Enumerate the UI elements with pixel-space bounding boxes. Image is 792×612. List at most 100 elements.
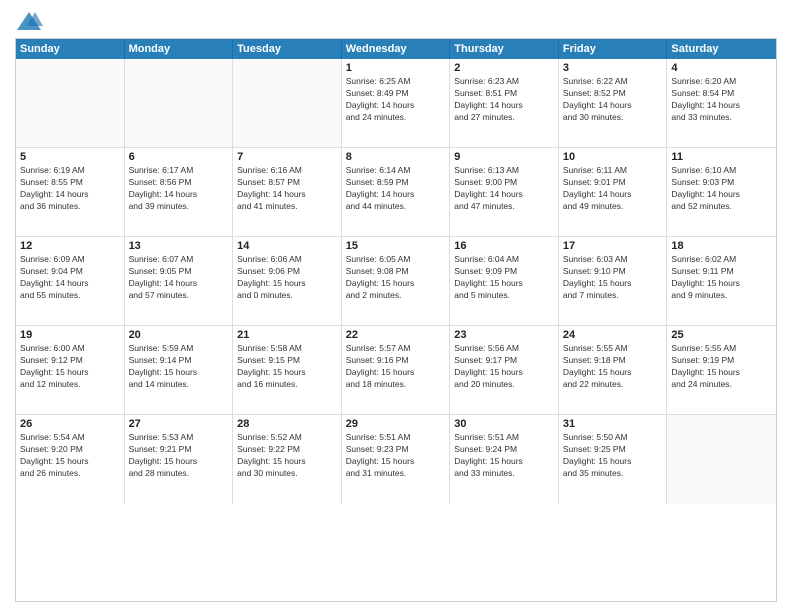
day-info: Sunrise: 5:57 AMSunset: 9:16 PMDaylight:… <box>346 343 446 391</box>
day-cell-10: 10 Sunrise: 6:11 AMSunset: 9:01 PMDayligh… <box>559 148 668 236</box>
day-info: Sunrise: 6:25 AMSunset: 8:49 PMDaylight:… <box>346 76 446 124</box>
day-info: Sunrise: 6:10 AMSunset: 9:03 PMDaylight:… <box>671 165 772 213</box>
day-number: 5 <box>20 151 120 163</box>
day-info: Sunrise: 6:17 AMSunset: 8:56 PMDaylight:… <box>129 165 229 213</box>
day-cell-2: 2Sunrise: 6:23 AMSunset: 8:51 PMDaylight… <box>450 59 559 147</box>
empty-cell <box>125 59 234 147</box>
day-cell-1: 1 Sunrise: 6:25 AMSunset: 8:49 PMDaylight… <box>342 59 451 147</box>
day-number: 29 <box>346 418 446 430</box>
day-number: 3 <box>563 62 663 74</box>
calendar-body: 1 Sunrise: 6:25 AMSunset: 8:49 PMDaylight… <box>16 59 776 504</box>
day-info: Sunrise: 6:20 AMSunset: 8:54 PMDaylight:… <box>671 76 772 124</box>
day-info: Sunrise: 6:05 AMSunset: 9:08 PMDaylight:… <box>346 254 446 302</box>
day-number: 17 <box>563 240 663 252</box>
day-cell-7: 7Sunrise: 6:16 AMSunset: 8:57 PMDaylight… <box>233 148 342 236</box>
day-info: Sunrise: 6:03 AMSunset: 9:10 PMDaylight:… <box>563 254 663 302</box>
day-info: Sunrise: 5:50 AMSunset: 9:25 PMDaylight:… <box>563 432 663 480</box>
day-cell-28: 28 Sunrise: 5:52 AMSunset: 9:22 PMDayligh… <box>233 415 342 504</box>
day-number: 30 <box>454 418 554 430</box>
week-row-2: 5 Sunrise: 6:19 AMSunset: 8:55 PMDaylight… <box>16 148 776 237</box>
day-cell-23: 23Sunrise: 5:56 AMSunset: 9:17 PMDayligh… <box>450 326 559 414</box>
day-cell-31: 31 Sunrise: 5:50 AMSunset: 9:25 PMDayligh… <box>559 415 668 504</box>
header-day-thursday: Thursday <box>450 39 559 59</box>
day-info: Sunrise: 6:13 AMSunset: 9:00 PMDaylight:… <box>454 165 554 213</box>
header-day-friday: Friday <box>559 39 668 59</box>
day-info: Sunrise: 6:02 AMSunset: 9:11 PMDaylight:… <box>671 254 772 302</box>
week-row-1: 1 Sunrise: 6:25 AMSunset: 8:49 PMDaylight… <box>16 59 776 148</box>
day-cell-8: 8 Sunrise: 6:14 AMSunset: 8:59 PMDaylight… <box>342 148 451 236</box>
day-number: 20 <box>129 329 229 341</box>
header <box>15 10 777 32</box>
day-number: 24 <box>563 329 663 341</box>
day-number: 31 <box>563 418 663 430</box>
day-info: Sunrise: 6:11 AMSunset: 9:01 PMDaylight:… <box>563 165 663 213</box>
day-number: 26 <box>20 418 120 430</box>
empty-cell <box>16 59 125 147</box>
day-cell-13: 13 Sunrise: 6:07 AMSunset: 9:05 PMDayligh… <box>125 237 234 325</box>
day-cell-30: 30 Sunrise: 5:51 AMSunset: 9:24 PMDayligh… <box>450 415 559 504</box>
day-cell-22: 22Sunrise: 5:57 AMSunset: 9:16 PMDayligh… <box>342 326 451 414</box>
day-cell-16: 16Sunrise: 6:04 AMSunset: 9:09 PMDayligh… <box>450 237 559 325</box>
header-day-tuesday: Tuesday <box>233 39 342 59</box>
page: SundayMondayTuesdayWednesdayThursdayFrid… <box>0 0 792 612</box>
day-number: 4 <box>671 62 772 74</box>
day-info: Sunrise: 5:55 AMSunset: 9:19 PMDaylight:… <box>671 343 772 391</box>
day-info: Sunrise: 5:54 AMSunset: 9:20 PMDaylight:… <box>20 432 120 480</box>
week-row-4: 19 Sunrise: 6:00 AMSunset: 9:12 PMDayligh… <box>16 326 776 415</box>
empty-cell <box>667 415 776 504</box>
day-cell-19: 19 Sunrise: 6:00 AMSunset: 9:12 PMDayligh… <box>16 326 125 414</box>
day-cell-6: 6Sunrise: 6:17 AMSunset: 8:56 PMDaylight… <box>125 148 234 236</box>
day-cell-5: 5 Sunrise: 6:19 AMSunset: 8:55 PMDaylight… <box>16 148 125 236</box>
day-number: 28 <box>237 418 337 430</box>
day-info: Sunrise: 5:53 AMSunset: 9:21 PMDaylight:… <box>129 432 229 480</box>
day-number: 1 <box>346 62 446 74</box>
day-number: 19 <box>20 329 120 341</box>
day-info: Sunrise: 6:14 AMSunset: 8:59 PMDaylight:… <box>346 165 446 213</box>
day-number: 2 <box>454 62 554 74</box>
day-number: 18 <box>671 240 772 252</box>
header-day-monday: Monday <box>125 39 234 59</box>
day-number: 21 <box>237 329 337 341</box>
day-info: Sunrise: 6:19 AMSunset: 8:55 PMDaylight:… <box>20 165 120 213</box>
day-cell-3: 3Sunrise: 6:22 AMSunset: 8:52 PMDaylight… <box>559 59 668 147</box>
day-number: 14 <box>237 240 337 252</box>
day-cell-24: 24 Sunrise: 5:55 AMSunset: 9:18 PMDayligh… <box>559 326 668 414</box>
day-number: 15 <box>346 240 446 252</box>
day-cell-12: 12 Sunrise: 6:09 AMSunset: 9:04 PMDayligh… <box>16 237 125 325</box>
day-info: Sunrise: 6:09 AMSunset: 9:04 PMDaylight:… <box>20 254 120 302</box>
day-number: 8 <box>346 151 446 163</box>
day-info: Sunrise: 5:51 AMSunset: 9:24 PMDaylight:… <box>454 432 554 480</box>
day-info: Sunrise: 5:59 AMSunset: 9:14 PMDaylight:… <box>129 343 229 391</box>
day-number: 10 <box>563 151 663 163</box>
day-number: 11 <box>671 151 772 163</box>
day-cell-26: 26 Sunrise: 5:54 AMSunset: 9:20 PMDayligh… <box>16 415 125 504</box>
day-info: Sunrise: 5:58 AMSunset: 9:15 PMDaylight:… <box>237 343 337 391</box>
day-cell-25: 25 Sunrise: 5:55 AMSunset: 9:19 PMDayligh… <box>667 326 776 414</box>
day-cell-18: 18 Sunrise: 6:02 AMSunset: 9:11 PMDayligh… <box>667 237 776 325</box>
day-number: 9 <box>454 151 554 163</box>
day-info: Sunrise: 6:00 AMSunset: 9:12 PMDaylight:… <box>20 343 120 391</box>
day-cell-9: 9 Sunrise: 6:13 AMSunset: 9:00 PMDaylight… <box>450 148 559 236</box>
day-cell-21: 21 Sunrise: 5:58 AMSunset: 9:15 PMDayligh… <box>233 326 342 414</box>
day-info: Sunrise: 5:55 AMSunset: 9:18 PMDaylight:… <box>563 343 663 391</box>
day-cell-14: 14 Sunrise: 6:06 AMSunset: 9:06 PMDayligh… <box>233 237 342 325</box>
day-info: Sunrise: 5:52 AMSunset: 9:22 PMDaylight:… <box>237 432 337 480</box>
logo-icon <box>15 10 43 32</box>
day-info: Sunrise: 6:06 AMSunset: 9:06 PMDaylight:… <box>237 254 337 302</box>
header-day-sunday: Sunday <box>16 39 125 59</box>
day-cell-4: 4 Sunrise: 6:20 AMSunset: 8:54 PMDaylight… <box>667 59 776 147</box>
header-day-wednesday: Wednesday <box>342 39 451 59</box>
week-row-5: 26 Sunrise: 5:54 AMSunset: 9:20 PMDayligh… <box>16 415 776 504</box>
calendar: SundayMondayTuesdayWednesdayThursdayFrid… <box>15 38 777 602</box>
empty-cell <box>233 59 342 147</box>
day-number: 16 <box>454 240 554 252</box>
day-cell-27: 27Sunrise: 5:53 AMSunset: 9:21 PMDayligh… <box>125 415 234 504</box>
day-number: 25 <box>671 329 772 341</box>
day-info: Sunrise: 5:56 AMSunset: 9:17 PMDaylight:… <box>454 343 554 391</box>
day-number: 13 <box>129 240 229 252</box>
day-info: Sunrise: 6:07 AMSunset: 9:05 PMDaylight:… <box>129 254 229 302</box>
day-info: Sunrise: 6:16 AMSunset: 8:57 PMDaylight:… <box>237 165 337 213</box>
day-number: 12 <box>20 240 120 252</box>
header-day-saturday: Saturday <box>667 39 776 59</box>
calendar-header: SundayMondayTuesdayWednesdayThursdayFrid… <box>16 39 776 59</box>
